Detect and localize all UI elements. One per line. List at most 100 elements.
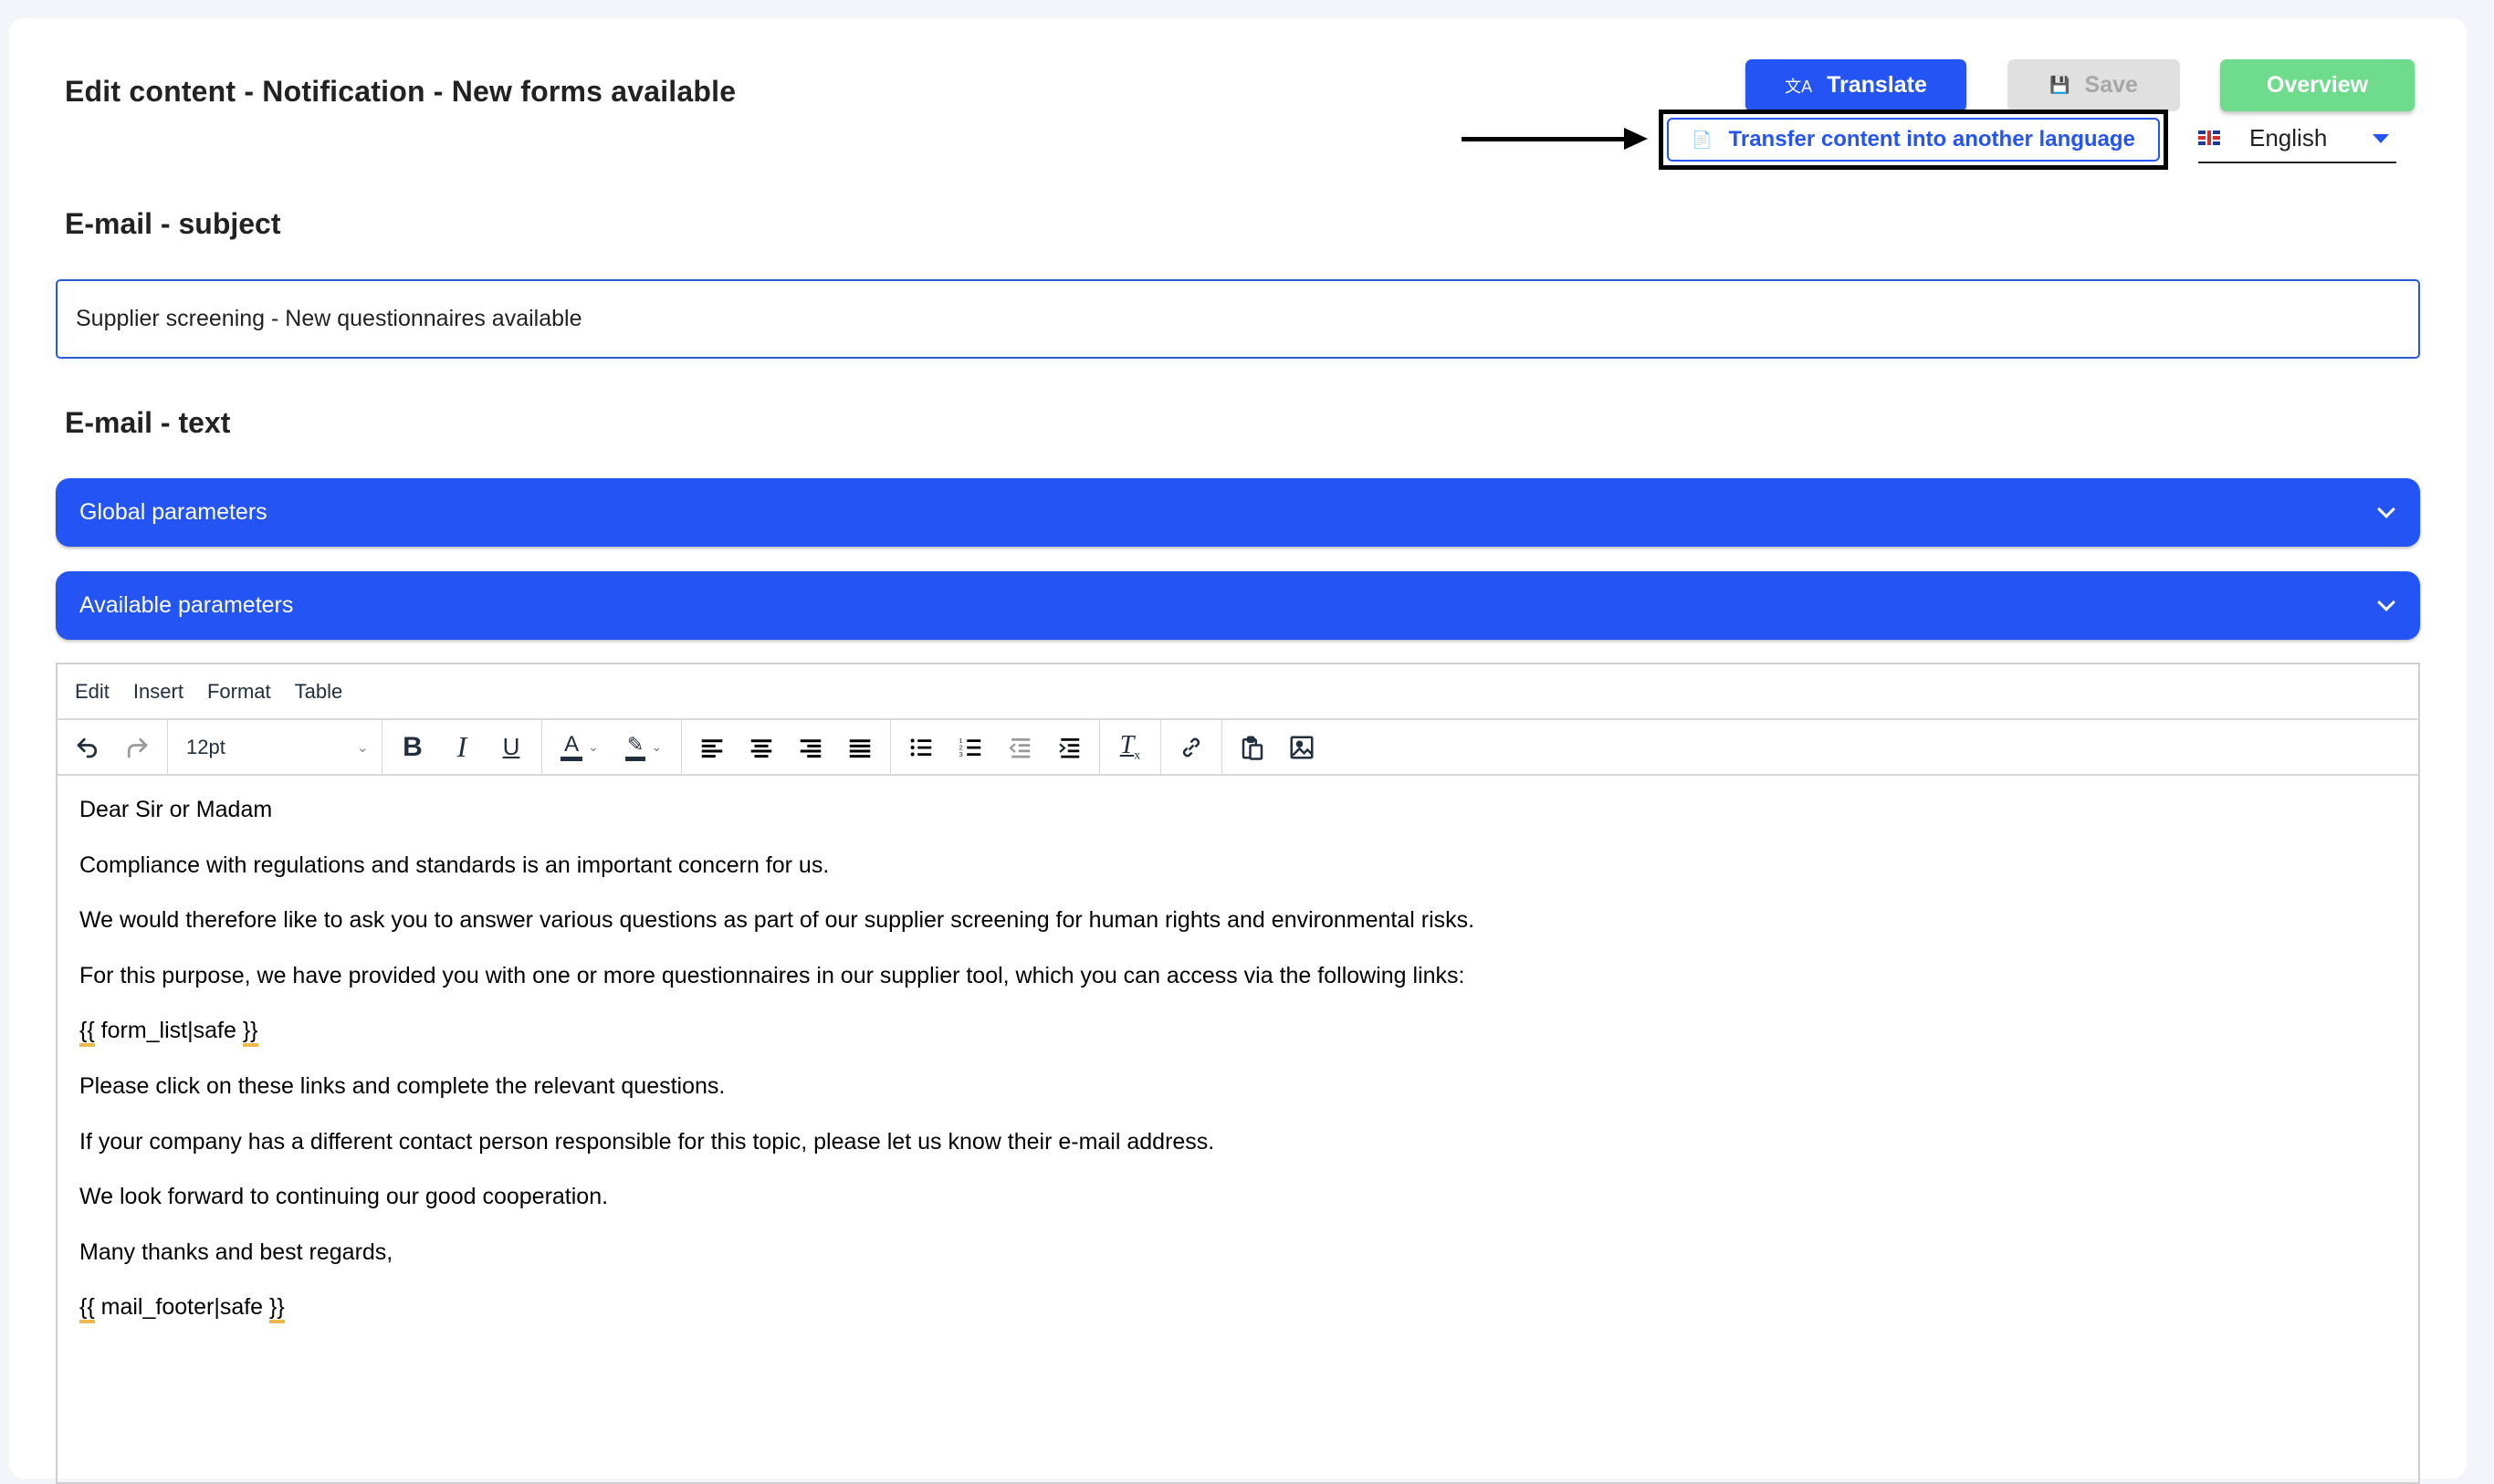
template-variable-form-list: {{ form_list|safe }} [79, 1017, 2396, 1048]
language-select-value: English [2249, 123, 2328, 152]
paragraph: Compliance with regulations and standard… [79, 852, 830, 878]
paragraph: Dear Sir or Madam [79, 797, 273, 822]
bold-button[interactable]: B [390, 726, 435, 769]
insert-group [1222, 720, 1332, 774]
highlight-pen-icon: ✎ [624, 733, 646, 761]
overview-button-label: Overview [2266, 72, 2369, 98]
translate-button[interactable]: 文A Translate [1745, 59, 1966, 111]
alignment-group [682, 720, 891, 774]
accordion-global-parameters[interactable]: Global parameters [56, 478, 2420, 547]
language-select[interactable]: English [2198, 114, 2396, 163]
color-group: A ⌄ ✎ ⌄ [542, 720, 682, 774]
align-left-button[interactable] [689, 726, 735, 769]
paragraph: If your company has a different contact … [79, 1128, 1215, 1155]
annotation-arrow-head [1624, 128, 1648, 150]
email-text-heading: E-mail - text [65, 406, 231, 439]
paragraph: Please click on these links and complete… [79, 1072, 726, 1099]
menu-edit[interactable]: Edit [75, 680, 110, 704]
paste-button[interactable] [1230, 726, 1275, 769]
template-close-brace: }} [269, 1294, 285, 1324]
bold-icon: B [403, 731, 423, 762]
indent-button[interactable] [1046, 726, 1092, 769]
content-card: Edit content - Notification - New forms … [9, 18, 2467, 1484]
editor-content[interactable]: Dear Sir or Madam Compliance with regula… [58, 776, 2418, 1369]
underline-icon: U [502, 733, 520, 760]
subject-input[interactable] [56, 279, 2420, 359]
clear-formatting-icon: Tx [1119, 730, 1141, 763]
menu-format[interactable]: Format [207, 680, 271, 704]
transfer-content-button[interactable]: 📄 Transfer content into another language [1667, 118, 2160, 162]
menu-table[interactable]: Table [295, 680, 343, 704]
align-right-button[interactable] [788, 726, 833, 769]
save-icon: 💾 [2049, 76, 2070, 94]
menu-insert[interactable]: Insert [133, 680, 183, 704]
outdent-button[interactable] [997, 726, 1043, 769]
image-icon [1290, 736, 1314, 758]
save-button[interactable]: 💾 Save [2007, 59, 2180, 111]
chevron-down-icon: ⌄ [588, 739, 599, 754]
redo-button[interactable] [114, 726, 160, 769]
redo-icon [127, 737, 148, 758]
align-right-icon [800, 738, 822, 758]
chevron-down-icon: ⌄ [651, 739, 663, 754]
link-group [1161, 720, 1222, 774]
numbered-list-button[interactable]: 123 [948, 726, 993, 769]
overview-button[interactable]: Overview [2220, 59, 2415, 111]
align-center-button[interactable] [739, 726, 784, 769]
insert-image-button[interactable] [1279, 726, 1325, 769]
outdent-icon [1009, 737, 1031, 758]
uk-flag-icon [2198, 131, 2220, 145]
numbered-list-icon: 123 [959, 737, 981, 758]
text-color-button[interactable]: A ⌄ [550, 726, 610, 769]
align-center-icon [750, 738, 772, 758]
accordion-available-parameters[interactable]: Available parameters [56, 571, 2420, 640]
bullet-list-icon [910, 738, 932, 756]
template-open-brace: {{ [79, 1294, 95, 1324]
list-group: 123 [891, 720, 1100, 774]
bullet-list-button[interactable] [898, 726, 944, 769]
font-size-group: 12pt ⌄ [168, 720, 382, 774]
template-open-brace: {{ [79, 1018, 95, 1048]
italic-icon: I [456, 730, 467, 763]
accordion-label: Global parameters [79, 499, 267, 525]
paragraph: Many thanks and best regards, [79, 1238, 393, 1265]
chevron-down-icon [2377, 499, 2395, 518]
highlight-color-button[interactable]: ✎ ⌄ [613, 726, 674, 769]
undo-button[interactable] [65, 726, 110, 769]
accordion-label: Available parameters [79, 592, 294, 618]
chevron-down-icon [2377, 592, 2395, 611]
paragraph: We look forward to continuing our good c… [79, 1184, 609, 1210]
subject-heading: E-mail - subject [65, 207, 281, 240]
indent-icon [1059, 737, 1080, 758]
page-title: Edit content - Notification - New forms … [65, 75, 737, 108]
paragraph: For this purpose, we have provided you w… [79, 962, 1465, 988]
clipboard-paste-icon [1242, 736, 1263, 760]
template-body: form_list|safe [94, 1018, 243, 1044]
template-close-brace: }} [242, 1018, 258, 1048]
history-group [58, 720, 168, 774]
align-left-icon [701, 738, 723, 758]
save-button-label: Save [2084, 72, 2138, 98]
translate-button-label: Translate [1827, 72, 1927, 98]
undo-icon [77, 737, 98, 758]
svg-text:3: 3 [959, 750, 963, 758]
link-icon [1182, 737, 1200, 757]
rich-text-editor: Edit Insert Format Table 12pt ⌄ B I U A … [56, 663, 2420, 1484]
clear-formatting-button[interactable]: Tx [1107, 726, 1153, 769]
insert-link-button[interactable] [1168, 726, 1214, 769]
copy-document-icon: 📄 [1692, 130, 1713, 149]
justify-icon [849, 738, 871, 758]
caret-down-icon [2373, 134, 2389, 143]
italic-button[interactable]: I [439, 726, 485, 769]
annotation-arrow-line [1462, 137, 1626, 141]
font-size-select[interactable]: 12pt ⌄ [175, 726, 374, 769]
clear-format-group: Tx [1100, 720, 1161, 774]
transfer-content-label: Transfer content into another language [1728, 127, 2135, 152]
translate-icon: 文A [1785, 77, 1813, 96]
editor-toolbar: 12pt ⌄ B I U A ⌄ ✎ ⌄ 1 2 3 Tx [58, 720, 2418, 776]
chevron-down-icon: ⌄ [356, 739, 369, 756]
paragraph: We would therefore like to ask you to an… [79, 907, 1475, 934]
underline-button[interactable]: U [488, 726, 534, 769]
template-variable-mail-footer: {{ mail_footer|safe }} [79, 1293, 2396, 1324]
justify-button[interactable] [837, 726, 883, 769]
